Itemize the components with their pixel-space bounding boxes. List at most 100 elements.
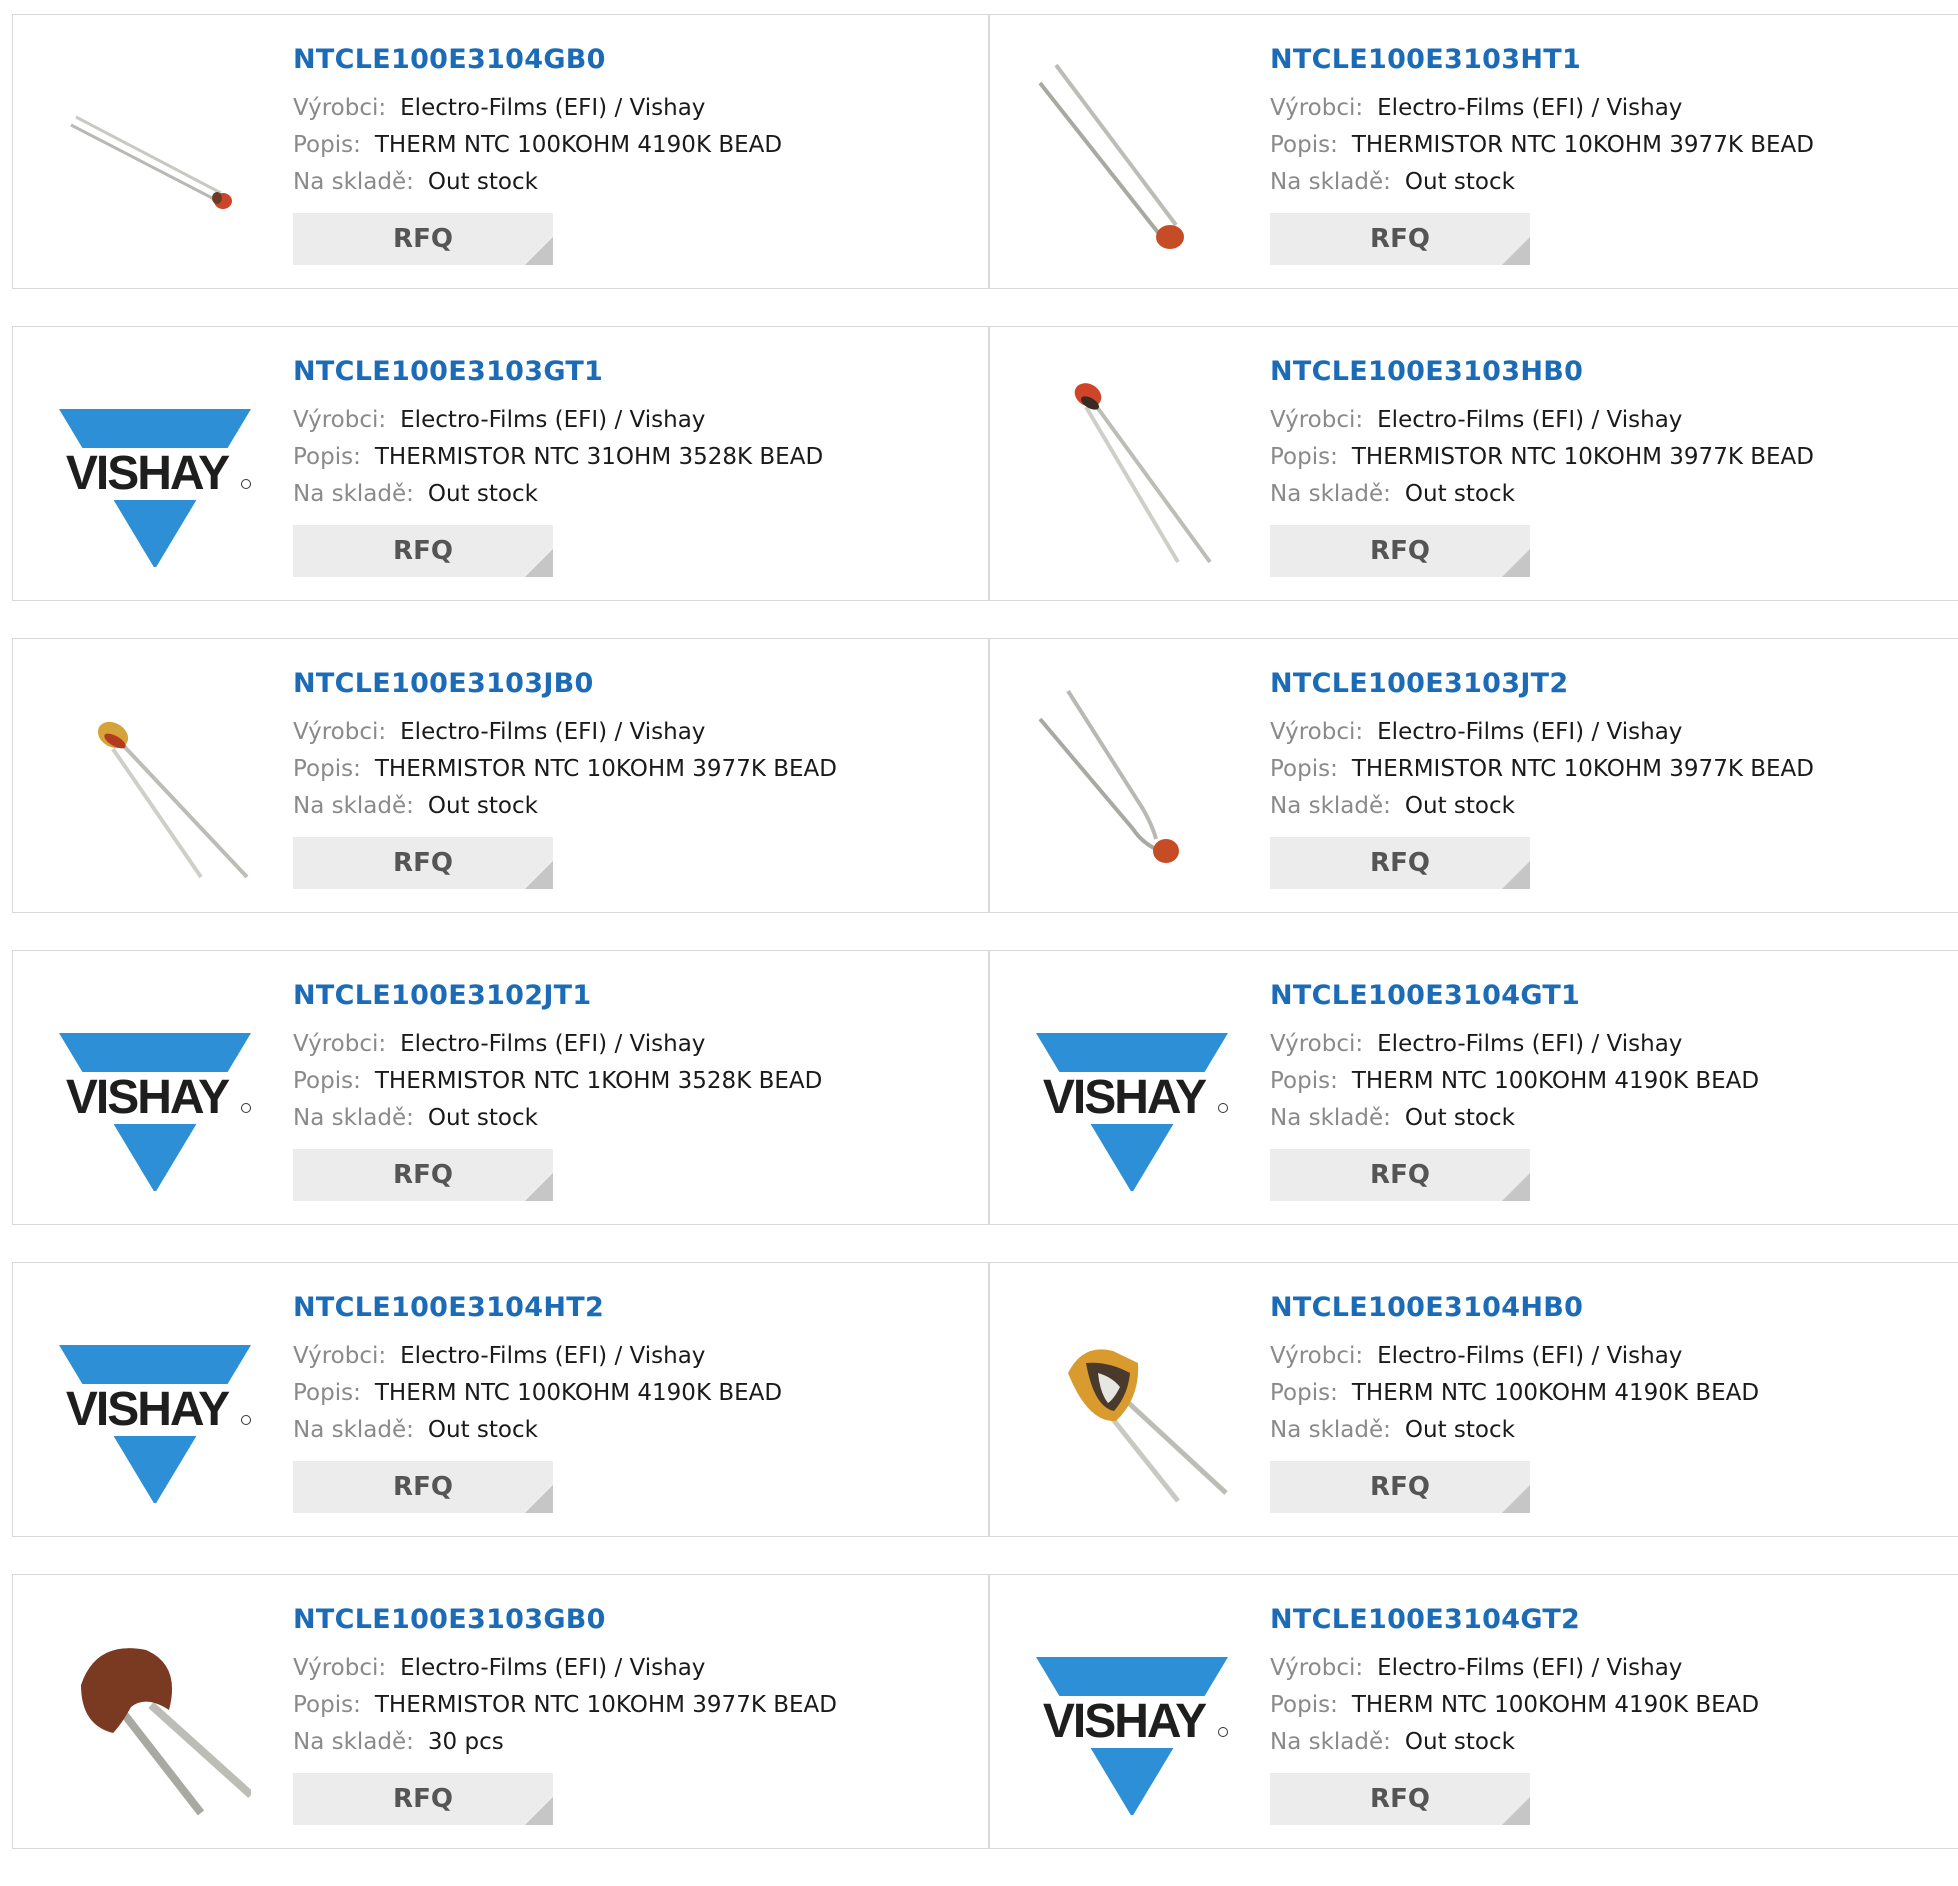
- product-card: VISHAY NTCLE100E3102JT1 Výrobci: Electro-…: [12, 950, 989, 1225]
- part-number-link[interactable]: NTCLE100E3104GT2: [1270, 1603, 1956, 1637]
- manufacturer-label: Výrobci:: [293, 1343, 387, 1369]
- rfq-label: RFQ: [393, 1160, 453, 1190]
- product-card: VISHAY NTCLE100E3103GT1 Výrobci: Electro-…: [12, 326, 989, 601]
- product-image[interactable]: VISHAY: [1028, 991, 1228, 1191]
- product-card: NTCLE100E3104GB0 Výrobci: Electro-Films (…: [12, 14, 989, 289]
- rfq-label: RFQ: [1370, 1160, 1430, 1190]
- description-label: Popis:: [1270, 444, 1338, 470]
- manufacturer-value: Electro-Films (EFI) / Vishay: [400, 719, 706, 745]
- manufacturer-value: Electro-Films (EFI) / Vishay: [1377, 719, 1683, 745]
- description-label: Popis:: [1270, 756, 1338, 782]
- description-value: THERM NTC 100KOHM 4190K BEAD: [374, 1380, 783, 1406]
- product-row: VISHAY NTCLE100E3104HT2 Výrobci: Electro-…: [12, 1262, 1958, 1537]
- stock-label: Na skladě:: [293, 793, 414, 819]
- registered-mark-icon: [1218, 1727, 1228, 1737]
- rfq-button[interactable]: RFQ: [1270, 213, 1530, 265]
- vishay-logo: VISHAY: [1028, 1615, 1228, 1815]
- logo-text: VISHAY: [65, 1383, 230, 1436]
- part-number-link[interactable]: NTCLE100E3104HT2: [293, 1291, 978, 1325]
- manufacturer-value: Electro-Films (EFI) / Vishay: [1377, 1343, 1683, 1369]
- part-number-link[interactable]: NTCLE100E3104HB0: [1270, 1291, 1956, 1325]
- part-number-link[interactable]: NTCLE100E3103HT1: [1270, 43, 1956, 77]
- rfq-label: RFQ: [393, 1784, 453, 1814]
- part-number-link[interactable]: NTCLE100E3104GT1: [1270, 979, 1956, 1013]
- product-row: NTCLE100E3103GB0 Výrobci: Electro-Films (…: [12, 1574, 1958, 1849]
- rfq-button[interactable]: RFQ: [1270, 1461, 1530, 1513]
- stock-value: Out stock: [1404, 481, 1515, 507]
- button-corner-decoration: [525, 237, 553, 265]
- manufacturer-value: Electro-Films (EFI) / Vishay: [400, 407, 706, 433]
- rfq-button[interactable]: RFQ: [293, 525, 553, 577]
- rfq-button[interactable]: RFQ: [293, 1461, 553, 1513]
- product-row: NTCLE100E3104GB0 Výrobci: Electro-Films (…: [12, 14, 1958, 289]
- button-corner-decoration: [1502, 1485, 1530, 1513]
- product-card: NTCLE100E3103JB0 Výrobci: Electro-Films (…: [12, 638, 989, 913]
- part-number-link[interactable]: NTCLE100E3103HB0: [1270, 355, 1956, 389]
- rfq-label: RFQ: [1370, 848, 1430, 878]
- logo-text: VISHAY: [65, 1071, 230, 1124]
- stock-value: Out stock: [427, 1105, 538, 1131]
- part-number-link[interactable]: NTCLE100E3103GB0: [293, 1603, 978, 1637]
- stock-value: Out stock: [1404, 169, 1515, 195]
- stock-label: Na skladě:: [1270, 1105, 1391, 1131]
- button-corner-decoration: [1502, 237, 1530, 265]
- stock-label: Na skladě:: [293, 1417, 414, 1443]
- part-number-link[interactable]: NTCLE100E3104GB0: [293, 43, 978, 77]
- stock-label: Na skladě:: [293, 481, 414, 507]
- description-label: Popis:: [293, 132, 361, 158]
- description-label: Popis:: [293, 1380, 361, 1406]
- product-card: NTCLE100E3103HT1 Výrobci: Electro-Films (…: [989, 14, 1958, 289]
- rfq-button[interactable]: RFQ: [1270, 1149, 1530, 1201]
- product-image[interactable]: [1028, 55, 1228, 255]
- rfq-button[interactable]: RFQ: [1270, 837, 1530, 889]
- thermistor-photo-f: [1028, 1303, 1228, 1503]
- description-label: Popis:: [1270, 1380, 1338, 1406]
- rfq-button[interactable]: RFQ: [293, 837, 553, 889]
- description-value: THERM NTC 100KOHM 4190K BEAD: [374, 132, 783, 158]
- rfq-button[interactable]: RFQ: [1270, 525, 1530, 577]
- product-image[interactable]: [1028, 1303, 1228, 1503]
- product-card: NTCLE100E3103JT2 Výrobci: Electro-Films (…: [989, 638, 1958, 913]
- product-image[interactable]: VISHAY: [51, 991, 251, 1191]
- product-image[interactable]: VISHAY: [1028, 1615, 1228, 1815]
- product-image[interactable]: [1028, 367, 1228, 567]
- rfq-button[interactable]: RFQ: [293, 1149, 553, 1201]
- product-row: NTCLE100E3103JB0 Výrobci: Electro-Films (…: [12, 638, 1958, 913]
- product-image[interactable]: [51, 679, 251, 879]
- part-number-link[interactable]: NTCLE100E3102JT1: [293, 979, 978, 1013]
- thermistor-photo-c: [1028, 367, 1228, 567]
- description-label: Popis:: [293, 756, 361, 782]
- manufacturer-value: Electro-Films (EFI) / Vishay: [400, 1343, 706, 1369]
- product-image[interactable]: [51, 55, 251, 255]
- product-image[interactable]: [51, 1615, 251, 1815]
- part-number-link[interactable]: NTCLE100E3103JB0: [293, 667, 978, 701]
- rfq-button[interactable]: RFQ: [1270, 1773, 1530, 1825]
- button-corner-decoration: [1502, 549, 1530, 577]
- description-label: Popis:: [1270, 132, 1338, 158]
- description-value: THERM NTC 100KOHM 4190K BEAD: [1351, 1380, 1760, 1406]
- product-image[interactable]: VISHAY: [51, 367, 251, 567]
- button-corner-decoration: [525, 861, 553, 889]
- manufacturer-value: Electro-Films (EFI) / Vishay: [1377, 407, 1683, 433]
- rfq-label: RFQ: [1370, 536, 1430, 566]
- manufacturer-value: Electro-Films (EFI) / Vishay: [1377, 95, 1683, 121]
- description-label: Popis:: [1270, 1692, 1338, 1718]
- thermistor-photo-a: [51, 55, 251, 255]
- rfq-button[interactable]: RFQ: [293, 1773, 553, 1825]
- manufacturer-label: Výrobci:: [1270, 407, 1364, 433]
- stock-label: Na skladě:: [1270, 169, 1391, 195]
- product-image[interactable]: [1028, 679, 1228, 879]
- button-corner-decoration: [525, 549, 553, 577]
- stock-label: Na skladě:: [1270, 793, 1391, 819]
- logo-text: VISHAY: [1042, 1695, 1207, 1748]
- logo-text: VISHAY: [65, 447, 230, 500]
- part-number-link[interactable]: NTCLE100E3103GT1: [293, 355, 978, 389]
- product-image[interactable]: VISHAY: [51, 1303, 251, 1503]
- part-number-link[interactable]: NTCLE100E3103JT2: [1270, 667, 1956, 701]
- description-value: THERMISTOR NTC 10KOHM 3977K BEAD: [374, 1692, 837, 1718]
- rfq-button[interactable]: RFQ: [293, 213, 553, 265]
- description-value: THERMISTOR NTC 10KOHM 3977K BEAD: [374, 756, 837, 782]
- description-value: THERMISTOR NTC 10KOHM 3977K BEAD: [1351, 444, 1814, 470]
- stock-value: Out stock: [1404, 793, 1515, 819]
- description-label: Popis:: [1270, 1068, 1338, 1094]
